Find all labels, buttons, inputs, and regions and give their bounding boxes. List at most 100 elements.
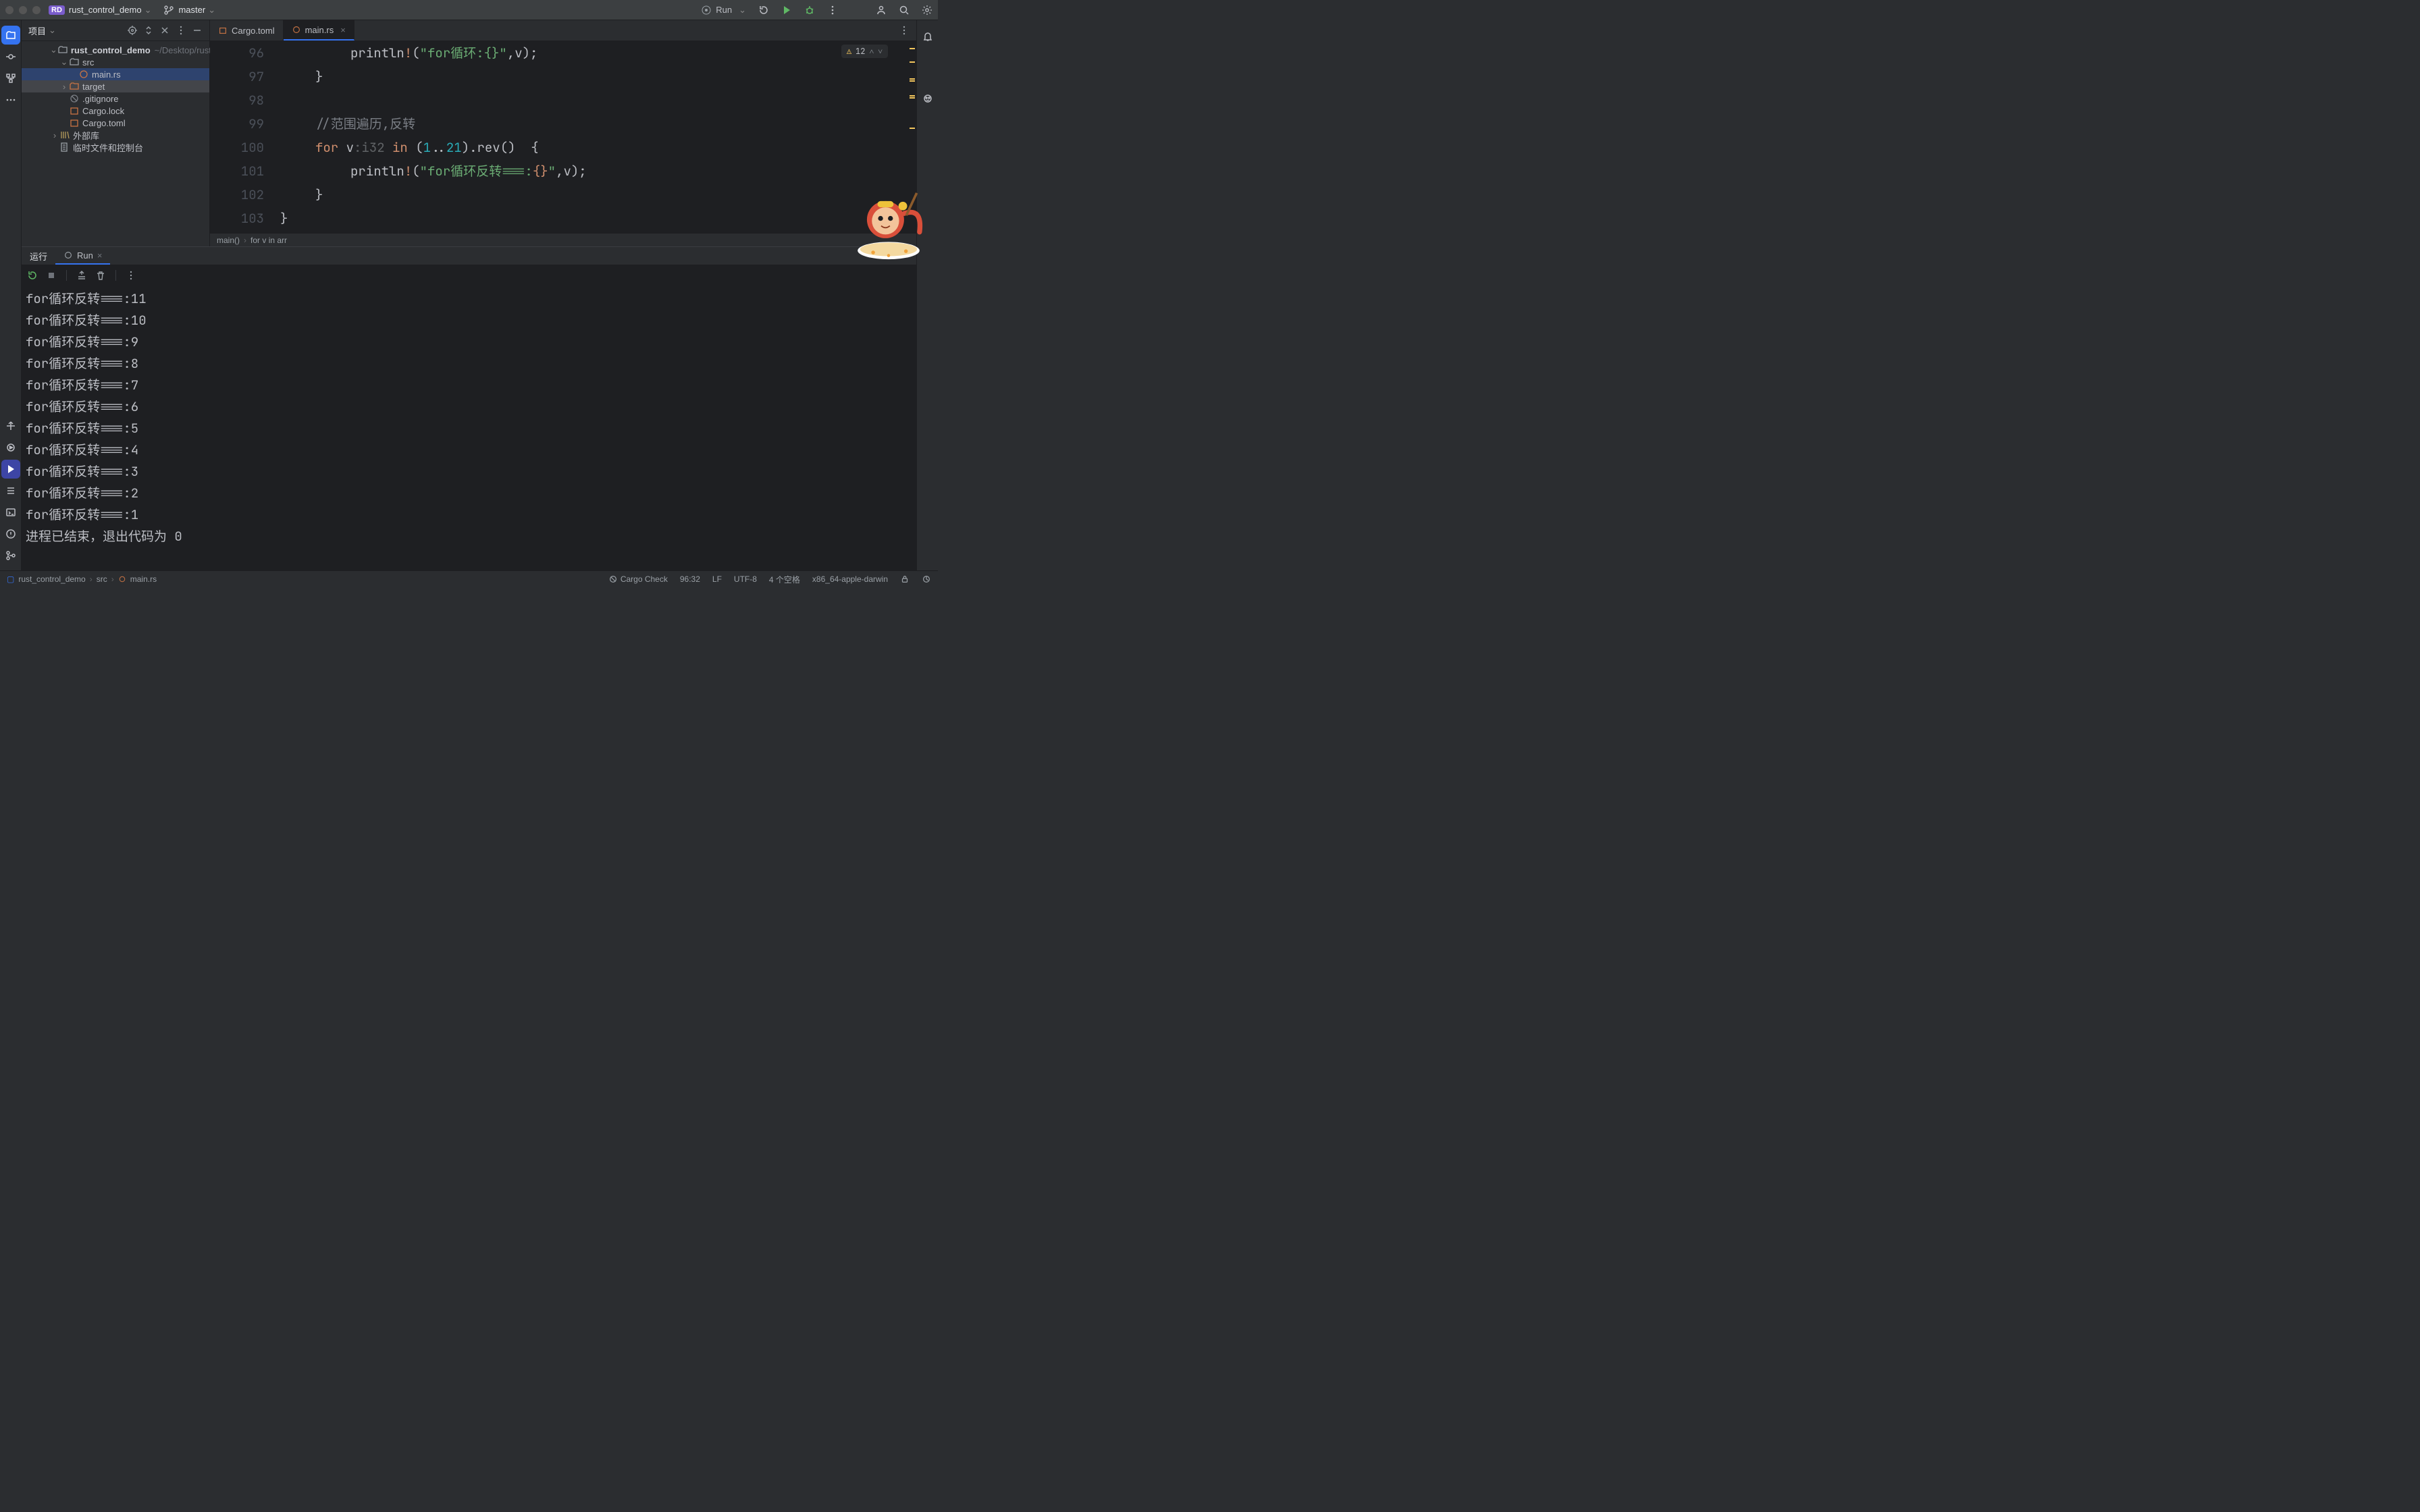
line-number: 96 [210,41,264,65]
more-icon[interactable] [827,5,838,16]
inspections-widget[interactable]: ⚠ 12 ˄ ˅ [841,45,888,58]
run-tool-icon[interactable] [1,460,20,479]
run-icon[interactable] [781,5,792,16]
problems-tool-icon[interactable] [1,524,20,543]
folder-icon [57,45,68,55]
todo-tool-icon[interactable] [1,481,20,500]
cargo-check-status[interactable]: Cargo Check [608,574,668,584]
chevron-down-icon[interactable]: ⌄ [49,25,56,36]
cursor-position[interactable]: 96:32 [680,574,700,584]
project-selector[interactable]: RD rust_control_demo ⌄ [49,5,151,16]
code-line: } [280,65,916,88]
rerun-icon[interactable] [758,5,769,16]
rust-target[interactable]: x86_64-apple-darwin [812,574,888,584]
run-config-tab[interactable]: Run × [55,247,110,265]
debug-icon[interactable] [804,5,815,16]
tab-main-rs[interactable]: main.rs × [284,20,354,40]
tab-label: Cargo.toml [232,26,275,36]
line-separator[interactable]: LF [712,574,722,584]
breadcrumb-item[interactable]: main() [217,236,240,245]
stop-icon[interactable] [46,270,57,281]
ai-assistant-icon[interactable] [918,89,937,108]
console-line: for循环反转===:5 [26,418,912,439]
tree-label: target [82,82,105,92]
bookmarks-tool-icon[interactable] [1,416,20,435]
run-tab[interactable]: 运行 [22,247,55,265]
git-branch-selector[interactable]: master ⌄ [163,5,215,16]
expand-all-icon[interactable] [143,25,154,36]
close-icon[interactable] [159,25,170,36]
tree-src[interactable]: ⌄ src [22,56,209,68]
more-icon[interactable] [899,25,910,36]
more-icon[interactable] [176,25,186,36]
tree-root[interactable]: ⌄ rust_control_demo ~/Desktop/rust_contr… [22,44,209,56]
console-output[interactable]: for循环反转===:11for循环反转===:10for循环反转===:9fo… [22,286,916,570]
tab-cargo-toml[interactable]: Cargo.toml [210,20,284,40]
settings-icon[interactable] [922,5,932,16]
commit-tool-icon[interactable] [1,47,20,66]
rust-file-icon [292,25,301,34]
chevron-down-icon: ⌄ [144,5,152,16]
readonly-icon[interactable] [900,574,910,584]
project-sidebar: 项目 ⌄ ⌄ rust_control_demo ~/Desktop/rust_… [22,20,210,246]
close-window-icon[interactable] [5,6,14,14]
crumb: src [97,574,107,584]
notifications-icon[interactable] [918,27,937,46]
module-icon: ▢ [7,574,14,584]
rust-icon [701,5,712,16]
zoom-window-icon[interactable] [32,6,41,14]
soft-wrap-icon[interactable] [76,270,87,281]
project-tool-icon[interactable] [1,26,20,45]
chevron-up-icon[interactable]: ˄ [869,46,874,57]
tree-gitignore[interactable]: .gitignore [22,92,209,105]
structure-tool-icon[interactable] [1,69,20,88]
code-line: } [280,207,916,230]
tree-label: 外部库 [73,129,99,142]
tree-cargo-toml[interactable]: Cargo.toml [22,117,209,129]
collapse-icon[interactable] [192,25,203,36]
line-number: 97 [210,65,264,88]
navigation-breadcrumb[interactable]: ▢ rust_control_demo › src › main.rs [7,574,157,584]
close-icon[interactable]: × [97,250,103,261]
tree-main-rs[interactable]: main.rs [22,68,209,80]
code-content: println!("for循环:{}",v); } //范围遍历,反转 for … [280,41,916,233]
more-tools-icon[interactable] [1,90,20,109]
heap-indicator[interactable] [922,574,931,584]
tree-scratches[interactable]: 临时文件和控制台 [22,141,209,153]
file-encoding[interactable]: UTF-8 [734,574,757,584]
tree-label: src [82,57,94,68]
tree-external-libs[interactable]: › 外部库 [22,129,209,141]
close-icon[interactable]: × [340,25,346,35]
git-tool-icon[interactable] [1,546,20,565]
console-line: for循环反转===:2 [26,483,912,504]
search-icon[interactable] [899,5,910,16]
rerun-icon[interactable] [27,270,38,281]
chevron-right-icon: › [50,130,59,140]
run-config-label: Run [77,250,93,261]
minimize-window-icon[interactable] [19,6,27,14]
run-config-selector[interactable]: Run ⌄ [701,5,746,16]
tree-target[interactable]: › target [22,80,209,92]
editor-tabs: Cargo.toml main.rs × [210,20,916,41]
indent-settings[interactable]: 4 个空格 [769,574,800,585]
run-config-label: Run [716,5,732,15]
terminal-tool-icon[interactable] [1,503,20,522]
chevron-down-icon[interactable]: ˅ [878,46,883,57]
marker-bar[interactable] [908,41,916,233]
build-tool-icon[interactable] [1,438,20,457]
locate-icon[interactable] [127,25,138,36]
tree-cargo-lock[interactable]: Cargo.lock [22,105,209,117]
code-area[interactable]: 96 97 98 99 100 101 102 103 println!("fo… [210,41,916,233]
project-name: rust_control_demo [69,5,142,15]
clear-icon[interactable] [95,270,106,281]
code-line [280,88,916,112]
sidebar-title: 项目 [28,24,46,37]
titlebar: RD rust_control_demo ⌄ master ⌄ Run ⌄ [0,0,938,20]
ignore-file-icon [69,93,80,104]
breadcrumb-item[interactable]: for v in arr [251,236,287,245]
code-line: } [280,183,916,207]
separator [115,270,116,281]
code-with-me-icon[interactable] [876,5,887,16]
more-icon[interactable] [126,270,136,281]
rust-file-icon [118,575,126,583]
